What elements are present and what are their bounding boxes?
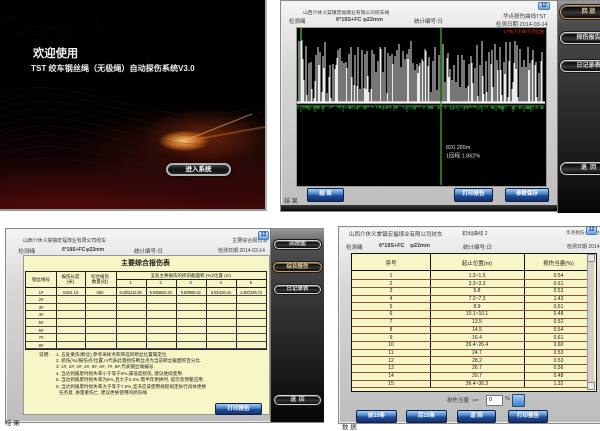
- svg-text:820.265m: 820.265m: [446, 145, 471, 151]
- svg-text:1回程:1.862%: 1回程:1.862%: [446, 151, 480, 159]
- svg-text:1#绳点击峰点带出曲线: 1#绳点击峰点带出曲线: [503, 28, 545, 35]
